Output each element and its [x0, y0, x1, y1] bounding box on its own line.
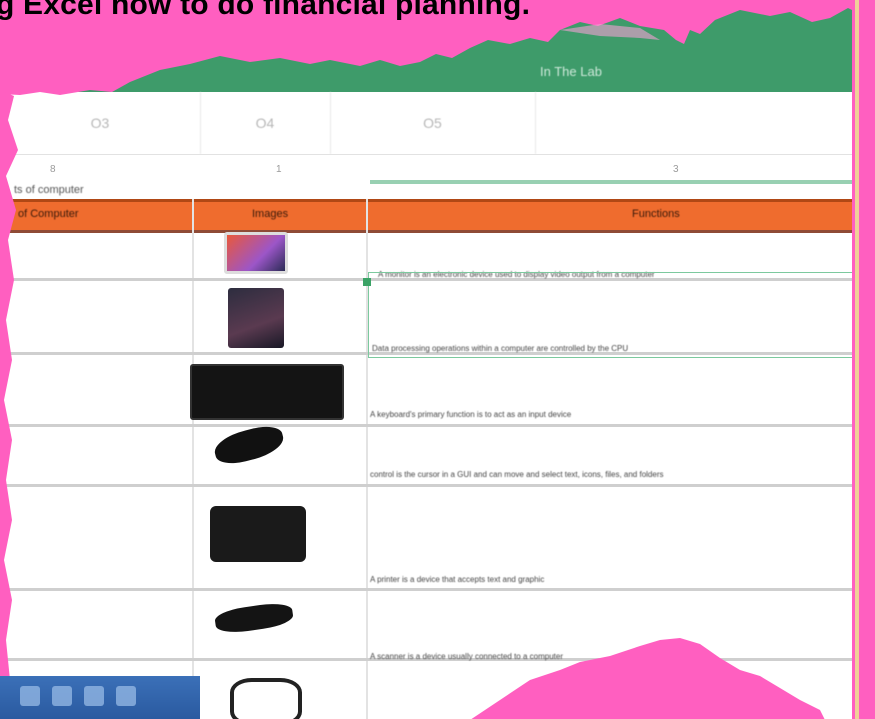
- fill-handle[interactable]: [363, 278, 371, 286]
- table-header: of Computer Images Functions: [0, 199, 860, 233]
- selection-line: [370, 180, 860, 184]
- torn-paper-left: [0, 90, 18, 690]
- keyboard-image: [190, 364, 344, 420]
- scanner-image: [213, 600, 295, 636]
- header-images: Images: [252, 208, 289, 220]
- column-header-row: O3 O4 O5: [0, 92, 860, 155]
- function-text: A printer is a device that accepts text …: [370, 575, 545, 584]
- taskbar-strip: [0, 676, 200, 719]
- margin-rule: [855, 0, 859, 719]
- taskbar-icon[interactable]: [20, 686, 40, 706]
- column-header[interactable]: O3: [0, 92, 201, 154]
- row-divider: [0, 588, 860, 591]
- index-value: 1: [276, 164, 282, 175]
- mouse-image: [211, 421, 287, 469]
- column-divider: [192, 199, 194, 719]
- cell-selection[interactable]: [368, 272, 860, 358]
- screenshot-frame: In The Lab O3 O4 O5 8 1 3 ts of computer…: [0, 0, 875, 719]
- index-row: 8 1 3: [0, 156, 860, 182]
- cpu-image: [228, 288, 284, 348]
- monitor-image: [224, 232, 288, 274]
- row-divider: [0, 424, 860, 427]
- index-value: 3: [673, 164, 679, 175]
- function-text: control is the cursor in a GUI and can m…: [370, 470, 664, 479]
- page-title: g Excel how to do financial planning.: [0, 0, 531, 21]
- column-header[interactable]: O5: [330, 92, 536, 154]
- printer-image: [210, 506, 306, 562]
- function-text: A keyboard's primary function is to act …: [370, 410, 572, 419]
- index-value: 8: [50, 164, 56, 175]
- taskbar-icon[interactable]: [84, 686, 104, 706]
- taskbar-icon[interactable]: [52, 686, 72, 706]
- taskbar-icon[interactable]: [116, 686, 136, 706]
- column-header[interactable]: O4: [200, 92, 331, 154]
- torn-paper-bottom: [471, 638, 825, 719]
- header-functions: Functions: [632, 208, 680, 220]
- row-divider: [0, 484, 860, 487]
- device-image: [230, 678, 302, 719]
